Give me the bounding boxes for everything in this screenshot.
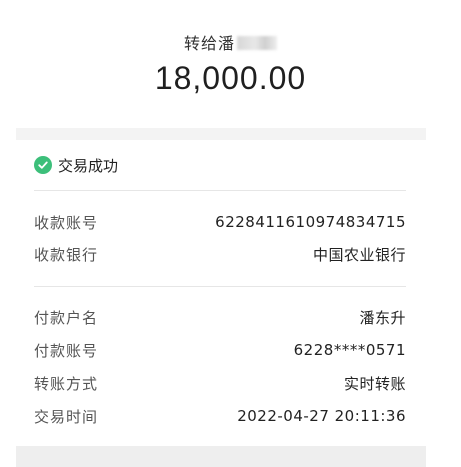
payer-account-value: 6228****0571 — [293, 341, 406, 359]
status-label: 交易成功 — [58, 156, 119, 175]
transfer-method-label: 转账方式 — [34, 374, 99, 393]
transfer-header: 转给潘 18,000.00 — [0, 0, 461, 128]
transfer-method-value: 实时转账 — [343, 374, 406, 393]
transfer-method-row: 转账方式 实时转账 — [34, 372, 406, 394]
payer-name-row: 付款户名 潘东升 — [34, 306, 406, 328]
payee-bank-row: 收款银行 中国农业银行 — [34, 243, 406, 265]
payer-account-label: 付款账号 — [34, 341, 99, 360]
payer-name-label: 付款户名 — [34, 308, 99, 327]
check-circle-icon — [34, 156, 52, 174]
transaction-time-row: 交易时间 2022-04-27 20:11:36 — [34, 405, 406, 427]
divider — [34, 286, 406, 287]
transfer-details-card: 交易成功 收款账号 6228411610974834715 收款银行 中国农业银… — [16, 140, 426, 446]
transfer-amount: 18,000.00 — [154, 60, 307, 96]
payer-name-value: 潘东升 — [359, 308, 406, 327]
payee-account-label: 收款账号 — [34, 213, 99, 232]
payee-account-row: 收款账号 6228411610974834715 — [34, 211, 406, 233]
recipient-line: 转给潘 — [0, 30, 461, 54]
payee-account-value: 6228411610974834715 — [215, 213, 406, 231]
transaction-time-label: 交易时间 — [34, 407, 99, 426]
divider — [34, 190, 406, 191]
transaction-time-value: 2022-04-27 20:11:36 — [237, 407, 406, 425]
transaction-status: 交易成功 — [34, 154, 118, 176]
payee-bank-label: 收款银行 — [34, 245, 99, 264]
payer-account-row: 付款账号 6228****0571 — [34, 339, 406, 361]
payee-bank-value: 中国农业银行 — [312, 245, 406, 264]
bottom-strip — [16, 446, 426, 467]
recipient-name: 转给潘 — [183, 34, 235, 53]
recipient-name-redaction — [237, 36, 277, 50]
